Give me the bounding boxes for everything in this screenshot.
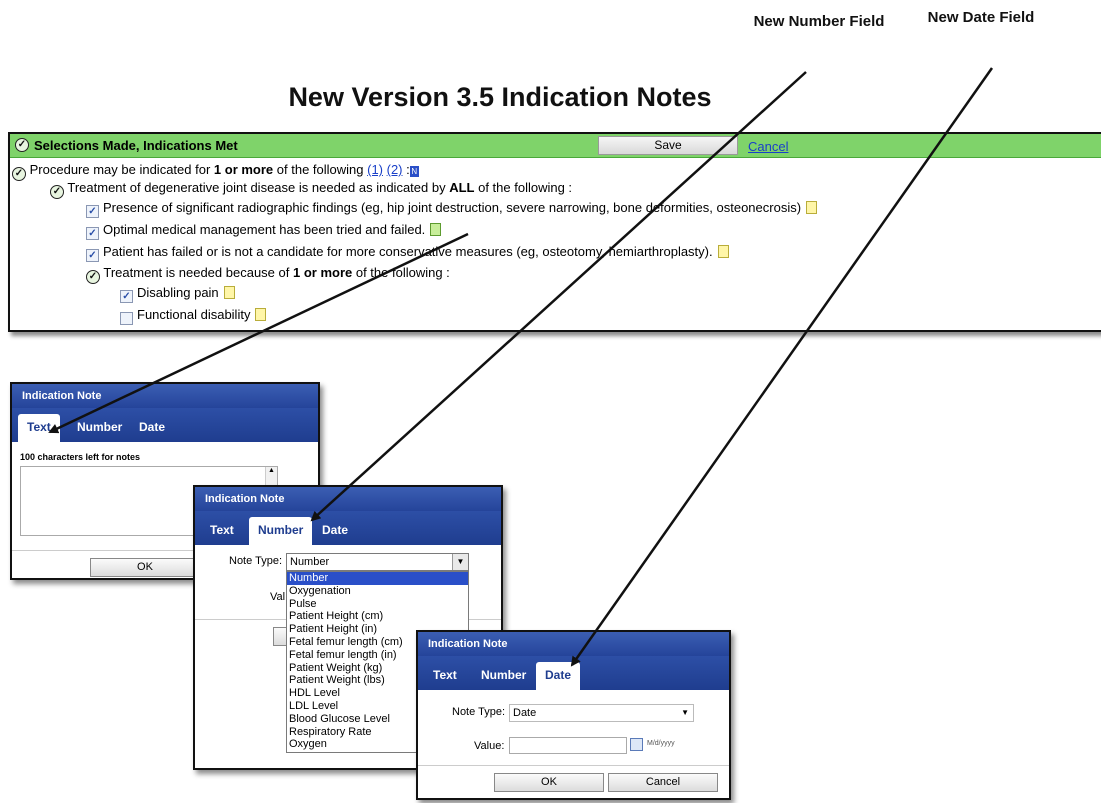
notes-icon[interactable]: N <box>409 166 419 177</box>
note-type-label: Note Type: <box>452 706 505 718</box>
procedure-text: Procedure may be indicated for <box>29 162 214 177</box>
procedure-suffix: of the following <box>273 162 368 177</box>
ok-button[interactable]: OK <box>494 773 604 792</box>
reason-item[interactable]: ✓ Disabling pain <box>120 285 235 303</box>
treatment-text: Treatment of degenerative joint disease … <box>67 180 450 195</box>
note-type-select[interactable]: Number ▼ <box>286 553 469 571</box>
callout-new-number-field: New Number Field <box>744 12 894 32</box>
cancel-button[interactable]: Cancel <box>608 773 718 792</box>
checkbox[interactable]: ✓ <box>120 312 133 325</box>
chars-left-label: 100 characters left for notes <box>20 452 141 462</box>
dialog-title: Indication Note <box>418 632 729 656</box>
reason-line: ✓ Treatment is needed because of 1 or mo… <box>86 265 450 284</box>
note-type-value: Date <box>513 707 537 719</box>
date-input[interactable] <box>509 737 627 754</box>
criteria-item[interactable]: ✓ Patient has failed or is not a candidat… <box>86 244 729 262</box>
note-type-select[interactable]: Date ▼ <box>509 704 694 722</box>
reason-bold: 1 or more <box>292 265 353 280</box>
tab-date[interactable]: Date <box>313 517 357 545</box>
checkbox[interactable]: ✓ <box>86 227 99 240</box>
criteria-label: Patient has failed or is not a candidate… <box>103 244 713 259</box>
reason-label: Disabling pain <box>137 285 219 300</box>
tab-text[interactable]: Text <box>18 414 60 442</box>
note-icon[interactable] <box>717 245 729 258</box>
tab-number[interactable]: Number <box>68 414 131 442</box>
note-type-label: Note Type: <box>229 555 282 567</box>
dialog-title: Indication Note <box>195 487 501 511</box>
panel-header-title: Selections Made, Indications Met <box>34 138 238 153</box>
criteria-item[interactable]: ✓ Optimal medical management has been tri… <box>86 222 442 240</box>
chevron-down-icon[interactable]: ▼ <box>681 705 689 721</box>
procedure-line: ✓ Procedure may be indicated for 1 or mo… <box>12 162 419 181</box>
procedure-bold: 1 or more <box>213 162 274 177</box>
value-label: Value: <box>474 740 505 752</box>
dialog-tabs: Text Number Date <box>195 511 501 545</box>
reason-suffix: of the following : <box>352 265 450 280</box>
dialog-divider <box>418 765 729 766</box>
checkbox[interactable]: ✓ <box>86 249 99 262</box>
panel-header: ✓ Selections Made, Indications Met Save … <box>10 134 1101 158</box>
tab-date[interactable]: Date <box>536 662 581 690</box>
note-icon[interactable] <box>223 286 235 299</box>
check-circle-icon: ✓ <box>86 270 100 284</box>
dropdown-option[interactable]: Number <box>287 572 468 585</box>
callout-date-text: New Date Field <box>927 9 1035 26</box>
date-format-hint: M/d/yyyy <box>647 740 675 747</box>
criteria-item[interactable]: ✓ Presence of significant radiographic fi… <box>86 200 818 218</box>
reference-link-2[interactable]: (2) <box>387 162 403 177</box>
callout-new-date-field: New Date Field <box>926 8 1036 28</box>
dialog-tabs: Text Number Date <box>12 408 318 442</box>
reason-text: Treatment is needed because of <box>103 265 293 280</box>
cancel-link[interactable]: Cancel <box>748 139 788 154</box>
treatment-suffix: of the following : <box>474 180 573 195</box>
dropdown-option[interactable]: Pulse <box>287 598 468 611</box>
checkbox[interactable]: ✓ <box>120 290 133 303</box>
ok-button[interactable]: OK <box>90 558 200 577</box>
checkbox[interactable]: ✓ <box>86 205 99 218</box>
tab-date[interactable]: Date <box>130 414 174 442</box>
treatment-bold: ALL <box>449 180 475 195</box>
note-type-value: Number <box>290 556 330 568</box>
tab-text[interactable]: Text <box>201 517 243 545</box>
save-button[interactable]: Save <box>598 136 738 155</box>
criteria-label: Presence of significant radiographic fin… <box>103 200 802 215</box>
page-heading: New Version 3.5 Indication Notes <box>288 82 712 112</box>
check-circle-icon: ✓ <box>15 138 29 152</box>
treatment-line: ✓ Treatment of degenerative joint diseas… <box>50 180 572 199</box>
note-icon[interactable] <box>806 201 818 214</box>
tab-number[interactable]: Number <box>472 662 535 690</box>
criteria-label: Optimal medical management has been trie… <box>103 222 426 237</box>
tab-text[interactable]: Text <box>424 662 466 690</box>
indication-panel: ✓ Selections Made, Indications Met Save … <box>8 132 1101 332</box>
dialog-title: Indication Note <box>12 384 318 408</box>
callout-number-text: New Number Field <box>753 13 885 30</box>
procedure-trail: : <box>402 162 410 177</box>
reason-item[interactable]: ✓ Functional disability <box>120 307 267 325</box>
value-label: Val <box>270 591 286 603</box>
indication-note-dialog-date: Indication Note Text Number Date Note Ty… <box>416 630 731 800</box>
check-circle-icon: ✓ <box>12 167 26 181</box>
dialog-tabs: Text Number Date <box>418 656 729 690</box>
reference-link-1[interactable]: (1) <box>367 162 383 177</box>
note-icon-filled[interactable] <box>430 223 442 236</box>
note-icon[interactable] <box>255 308 267 321</box>
dropdown-option[interactable]: Oxygenation <box>287 585 468 598</box>
check-circle-icon: ✓ <box>50 185 64 199</box>
chevron-down-icon[interactable]: ▼ <box>452 554 468 570</box>
calendar-icon[interactable] <box>630 738 643 751</box>
reason-label: Functional disability <box>137 307 251 322</box>
tab-number[interactable]: Number <box>249 517 313 545</box>
dropdown-option[interactable]: Patient Height (cm) <box>287 610 468 623</box>
